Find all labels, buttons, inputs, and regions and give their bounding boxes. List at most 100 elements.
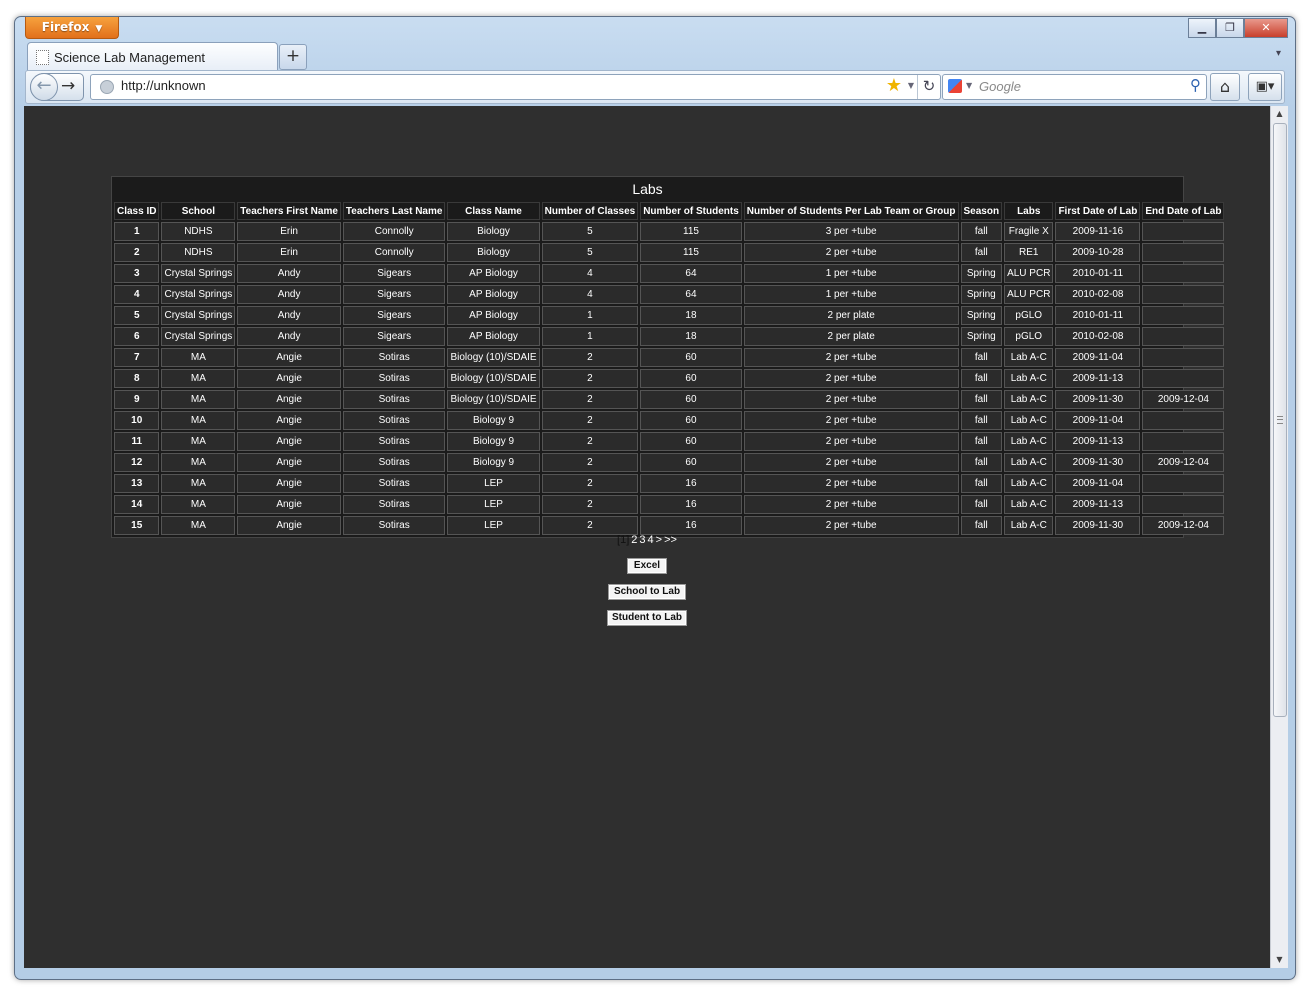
cell-teacher-last-name: Sotiras	[342, 369, 446, 388]
labs-table-title: Labs	[632, 181, 663, 197]
last-page-link[interactable]: >>	[664, 534, 677, 546]
cell-first-date: 2009-11-04	[1055, 411, 1141, 430]
home-icon[interactable]: ⌂	[1210, 73, 1240, 101]
page-viewport: Labs Class ID School Teachers First Name Te…	[24, 106, 1270, 968]
site-identity-icon[interactable]	[100, 80, 114, 94]
scroll-up-arrow-icon[interactable]: ▲	[1271, 106, 1288, 122]
search-engine-dropdown-icon[interactable]: ▼	[966, 81, 972, 90]
url-text[interactable]: http://unknown	[121, 78, 206, 93]
bookmark-star-icon[interactable]: ★	[886, 75, 902, 96]
column-header-school: School	[161, 202, 236, 220]
cell-students-per-group: 2 per plate	[743, 306, 959, 325]
cell-num-students: 60	[640, 390, 742, 409]
cell-students-per-group: 2 per +tube	[743, 390, 959, 409]
cell-labs: pGLO	[1004, 327, 1054, 346]
page-link-4[interactable]: 4	[648, 534, 654, 546]
pagination: [1] 2 3 4 > >>	[24, 534, 1270, 546]
student-to-lab-button[interactable]: Student to Lab	[607, 610, 687, 626]
cell-teacher-first-name: Angie	[237, 516, 341, 535]
url-bar[interactable]: http://unknown ★ ▼ ↻	[90, 74, 941, 100]
table-row: 4 Crystal Springs Andy Sigears AP Biology 4 64…	[114, 285, 1225, 304]
tab-list-icon[interactable]: ▾	[1276, 48, 1281, 59]
history-dropdown-icon[interactable]: ▼	[908, 81, 914, 90]
firefox-menu-button[interactable]: Firefox ▼	[25, 17, 119, 39]
table-row: 15 MA Angie Sotiras LEP 2 16 2 per +tube fall Lab…	[114, 516, 1225, 535]
excel-button[interactable]: Excel	[627, 558, 667, 574]
bookmarks-menu-icon[interactable]: ▣▾	[1248, 73, 1282, 101]
cell-class-name: AP Biology	[447, 306, 540, 325]
cell-labs: Lab A-C	[1004, 495, 1054, 514]
page-icon	[36, 49, 49, 65]
restore-icon[interactable]: ❐	[1216, 18, 1244, 38]
cell-num-classes: 2	[541, 516, 639, 535]
new-tab-button[interactable]: +	[279, 44, 307, 70]
cell-teacher-last-name: Sotiras	[342, 453, 446, 472]
cell-students-per-group: 2 per +tube	[743, 432, 959, 451]
cell-school: MA	[161, 453, 236, 472]
cell-students-per-group: 1 per +tube	[743, 285, 959, 304]
cell-class-name: Biology	[447, 243, 540, 262]
cell-class-name: LEP	[447, 516, 540, 535]
tab-science-lab-management[interactable]: Science Lab Management	[27, 42, 278, 71]
table-row: 13 MA Angie Sotiras LEP 2 16 2 per +tube fall Lab…	[114, 474, 1225, 493]
google-icon[interactable]	[948, 79, 962, 93]
cell-labs: Lab A-C	[1004, 516, 1054, 535]
school-to-lab-button[interactable]: School to Lab	[608, 584, 686, 600]
cell-class-id: 7	[114, 348, 160, 367]
cell-school: MA	[161, 495, 236, 514]
search-placeholder[interactable]: Google	[979, 79, 1021, 94]
cell-class-id: 13	[114, 474, 160, 493]
scrollbar-thumb[interactable]	[1273, 123, 1287, 717]
column-header-class-name: Class Name	[447, 202, 540, 220]
scroll-down-arrow-icon[interactable]: ▼	[1271, 952, 1288, 968]
table-row: 7 MA Angie Sotiras Biology (10)/SDAIE 2 60 2 pe…	[114, 348, 1225, 367]
cell-num-students: 64	[640, 264, 742, 283]
column-header-labs: Labs	[1004, 202, 1054, 220]
cell-first-date: 2009-11-30	[1055, 516, 1141, 535]
cell-school: Crystal Springs	[161, 327, 236, 346]
cell-teacher-last-name: Connolly	[342, 243, 446, 262]
cell-school: Crystal Springs	[161, 285, 236, 304]
cell-season: Spring	[960, 285, 1003, 304]
table-row: 10 MA Angie Sotiras Biology 9 2 60 2 per +tube f…	[114, 411, 1225, 430]
cell-num-classes: 2	[541, 390, 639, 409]
back-arrow-icon[interactable]: ←	[30, 73, 58, 101]
cell-class-name: Biology 9	[447, 411, 540, 430]
cell-season: fall	[960, 453, 1003, 472]
cell-class-name: AP Biology	[447, 285, 540, 304]
cell-students-per-group: 2 per +tube	[743, 369, 959, 388]
cell-teacher-first-name: Andy	[237, 264, 341, 283]
table-row: 9 MA Angie Sotiras Biology (10)/SDAIE 2 60 2 pe…	[114, 390, 1225, 409]
cell-class-name: Biology	[447, 222, 540, 241]
table-row: 2 NDHS Erin Connolly Biology 5 115 2 per +tube f…	[114, 243, 1225, 262]
search-bar[interactable]: ▼ Google ⚲	[942, 74, 1207, 100]
cell-num-students: 115	[640, 222, 742, 241]
cell-teacher-first-name: Erin	[237, 222, 341, 241]
vertical-scrollbar[interactable]: ▲ ▼	[1270, 106, 1288, 968]
cell-class-name: Biology (10)/SDAIE	[447, 348, 540, 367]
cell-end-date	[1142, 306, 1225, 325]
cell-students-per-group: 2 per plate	[743, 327, 959, 346]
cell-first-date: 2009-11-16	[1055, 222, 1141, 241]
page-link-2[interactable]: 2	[631, 534, 637, 546]
column-header-class-id: Class ID	[114, 202, 160, 220]
table-row: 14 MA Angie Sotiras LEP 2 16 2 per +tube fall Lab…	[114, 495, 1225, 514]
next-page-link[interactable]: >	[656, 534, 662, 546]
cell-teacher-first-name: Angie	[237, 369, 341, 388]
cell-season: fall	[960, 348, 1003, 367]
cell-num-students: 60	[640, 453, 742, 472]
cell-season: fall	[960, 243, 1003, 262]
cell-school: MA	[161, 369, 236, 388]
cell-end-date	[1142, 495, 1225, 514]
forward-arrow-icon[interactable]: →	[61, 74, 75, 99]
reload-icon[interactable]: ↻	[917, 75, 940, 99]
cell-teacher-last-name: Sotiras	[342, 474, 446, 493]
grip-icon	[1277, 416, 1283, 424]
close-icon[interactable]: ✕	[1244, 18, 1288, 38]
minimize-icon[interactable]: ▁	[1188, 18, 1216, 38]
cell-season: fall	[960, 369, 1003, 388]
cell-labs: Lab A-C	[1004, 348, 1054, 367]
search-icon[interactable]: ⚲	[1190, 76, 1201, 94]
cell-first-date: 2009-11-13	[1055, 432, 1141, 451]
page-link-3[interactable]: 3	[639, 534, 645, 546]
